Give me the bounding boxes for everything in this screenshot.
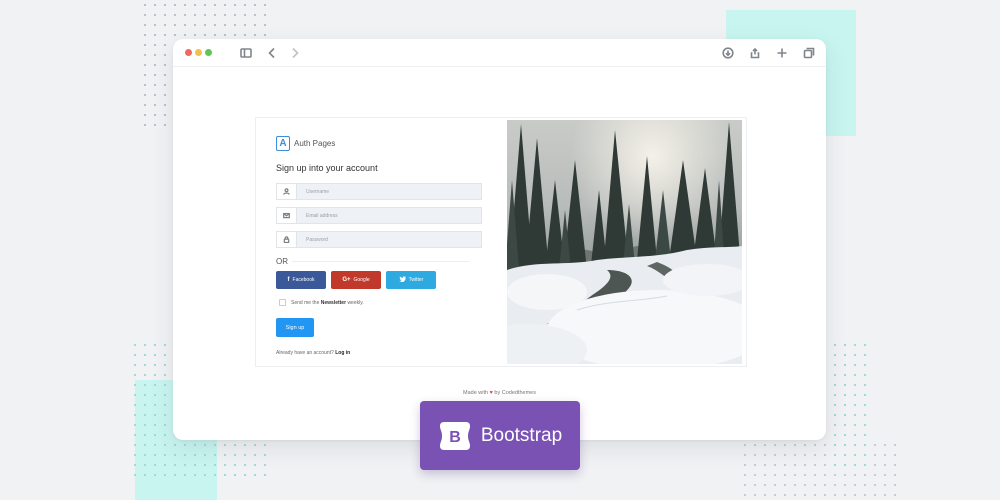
form-heading: Sign up into your account [276,163,378,173]
or-text: OR [276,256,288,266]
google-button[interactable]: G+ Google [331,271,381,289]
new-tab-icon[interactable] [775,46,789,60]
google-plus-icon: G+ [342,277,351,283]
username-input[interactable] [297,183,482,200]
password-field [276,231,482,248]
browser-window: A Auth Pages Sign up into your account U… [173,39,826,440]
signup-button[interactable]: Sign up [276,318,314,337]
google-label: Google [353,277,370,283]
email-input[interactable] [297,207,482,224]
login-prompt: Already have an account? [276,350,334,356]
twitter-label: Twitter [408,277,424,283]
forward-icon[interactable] [288,46,302,60]
brand-logo-icon: A [276,135,290,151]
password-input[interactable] [297,231,482,248]
lock-icon [276,231,297,248]
login-prompt-row: Already have an account? Log in [276,350,487,356]
download-icon[interactable] [721,46,735,60]
window-close-dot[interactable] [185,49,192,56]
newsletter-suffix: weekly. [347,299,364,306]
newsletter-row: Send me the Newsletter weekly. [279,298,487,307]
facebook-icon: f [287,277,290,283]
login-link[interactable]: Log in [335,350,350,356]
browser-toolbar [173,39,826,67]
twitter-button[interactable]: Twitter [386,271,436,289]
tabs-overview-icon[interactable] [802,46,816,60]
or-divider: OR [276,256,487,266]
heart-icon: ♥ [489,390,493,396]
email-field [276,207,482,224]
twitter-bird-icon [398,276,406,284]
decor-dots-bottom-right [740,440,900,500]
window-maximize-dot[interactable] [205,49,212,56]
brand-name: Auth Pages [294,138,336,148]
facebook-button[interactable]: f Facebook [276,271,326,289]
made-with-credit: Made with ♥ by Codedthemes [173,390,826,396]
decor-dots-right [830,340,870,470]
signup-card: A Auth Pages Sign up into your account U… [255,117,747,367]
username-field [276,183,482,200]
window-minimize-dot[interactable] [195,49,202,56]
credit-author: by Codedthemes [494,390,536,396]
bootstrap-badge: B Bootstrap [420,401,580,470]
envelope-icon [276,207,297,224]
bootstrap-logo-icon: B [439,421,470,450]
sidebar-icon[interactable] [239,46,253,60]
newsletter-checkbox[interactable] [279,299,286,306]
brand: A Auth Pages [276,135,487,151]
newsletter-label[interactable]: Send me the Newsletter weekly. [291,300,364,306]
newsletter-bold: Newsletter [320,299,347,306]
divider-line [292,260,469,262]
social-buttons: f Facebook G+ Google Twitter [276,271,487,289]
made-with-text: Made with [463,390,489,396]
newsletter-prefix: Send me the [291,299,320,306]
signup-form: A Auth Pages Sign up into your account U… [256,118,507,366]
bootstrap-logo-letter: B [449,429,461,446]
facebook-label: Facebook [292,277,315,283]
user-icon [276,183,297,200]
back-icon[interactable] [265,46,279,60]
share-icon[interactable] [748,46,762,60]
bootstrap-name: Bootstrap [480,424,563,446]
snowy-forest-image [507,120,742,364]
